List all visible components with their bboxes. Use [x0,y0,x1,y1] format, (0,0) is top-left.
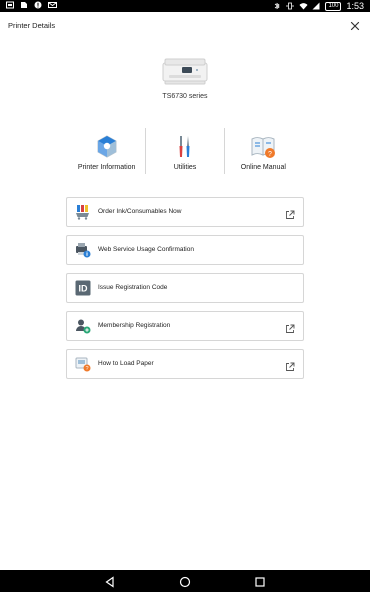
printer-information-button[interactable]: Printer Information [68,128,145,174]
external-link-icon [285,321,295,333]
list-item-label: Order Ink/Consumables Now [98,208,182,215]
online-manual-button[interactable]: ? Online Manual [223,128,302,174]
list-item-label: How to Load Paper [98,360,154,367]
external-link-icon [285,359,295,371]
utilities-button[interactable]: Utilities [145,128,223,174]
printer-information-label: Printer Information [77,164,136,171]
signal-icon [312,2,320,10]
vibrate-icon [286,2,294,10]
online-manual-icon: ? [249,134,277,160]
add-member-icon [75,318,91,334]
printer-info-icon [75,242,91,258]
sd-card-icon [20,1,28,9]
list-item-label: Membership Registration [98,322,171,329]
svg-text:?: ? [268,151,272,158]
svg-text:?: ? [85,366,88,372]
back-icon[interactable] [104,575,116,588]
battery-indicator: 100 [325,1,342,11]
load-paper-icon: ? [75,356,91,372]
printer-model: TS6730 series [162,93,208,100]
status-bar: 100 1:53 [0,0,370,12]
printer-summary: TS6730 series [0,57,370,100]
clock: 1:53 [346,1,364,11]
list-item-registration-code[interactable]: ID Issue Registration Code [66,273,304,303]
utilities-icon [171,134,199,160]
id-icon: ID [75,280,91,296]
recents-icon[interactable] [254,575,266,587]
quick-actions: Printer Information Utilities ? Online M… [68,128,302,174]
svg-text:ID: ID [79,284,89,294]
bluetooth-icon [273,2,281,10]
list-item-label: Issue Registration Code [98,284,168,291]
page-title: Printer Details [8,21,56,30]
list-item-order-ink[interactable]: Order Ink/Consumables Now [66,197,304,227]
navigation-bar [0,570,370,592]
wifi-icon [299,2,308,10]
external-link-icon [285,207,295,219]
ink-cart-icon [75,204,91,220]
online-manual-label: Online Manual [240,164,286,171]
utilities-label: Utilities [173,164,197,171]
alert-icon [34,1,42,9]
printer-image [0,57,370,87]
home-icon[interactable] [179,575,191,588]
close-icon[interactable] [349,19,361,31]
list-item-web-service[interactable]: Web Service Usage Confirmation [66,235,304,265]
screenshot-icon [6,1,14,9]
service-list: Order Ink/Consumables Now Web Service Us… [66,197,304,387]
app-header: Printer Details [0,12,370,42]
list-item-label: Web Service Usage Confirmation [98,246,194,253]
list-item-membership[interactable]: Membership Registration [66,311,304,341]
printer-information-icon [93,134,121,160]
list-item-load-paper[interactable]: ? How to Load Paper [66,349,304,379]
mail-icon [48,1,57,9]
